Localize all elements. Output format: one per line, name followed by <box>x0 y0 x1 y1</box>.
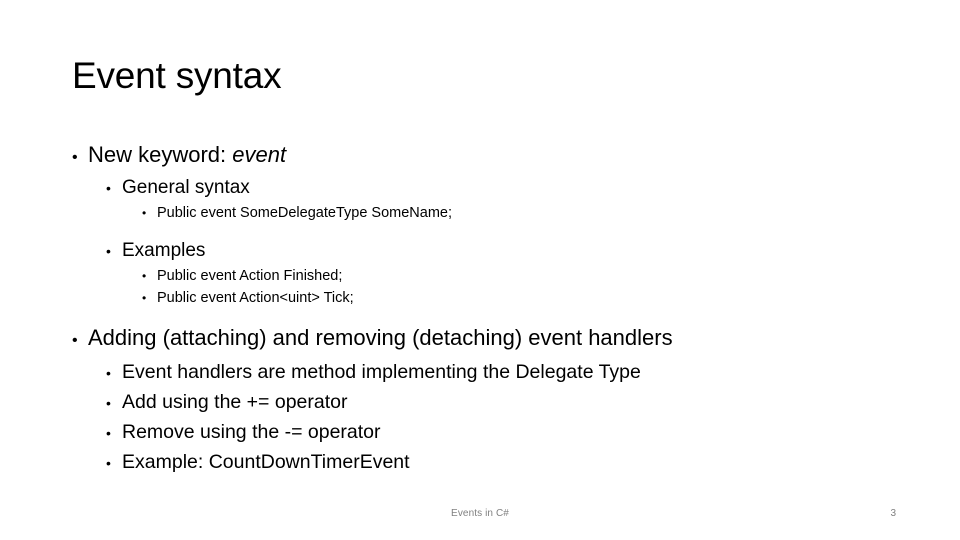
slide-footer: Events in C# 3 <box>0 506 960 528</box>
slide-title: Event syntax <box>72 55 282 96</box>
bullet-level2-general-syntax: • General syntax <box>106 175 888 201</box>
bullet-level2-text: Examples <box>122 240 206 261</box>
bullet-point-icon: • <box>106 180 111 196</box>
slide-body: • New keyword: event • General syntax • … <box>72 140 888 478</box>
bullet-level2-event-handlers-method: • Event handlers are method implementing… <box>106 358 888 387</box>
slide: Event syntax • New keyword: event • Gene… <box>0 0 960 540</box>
section-new-keyword: • New keyword: event • General syntax • … <box>72 140 888 309</box>
bullet-point-icon: • <box>106 243 111 259</box>
bullet-point-icon: • <box>142 291 147 305</box>
bullet-point-icon: • <box>142 206 147 220</box>
bullet-point-icon: • <box>106 425 111 441</box>
bullet-point-icon: • <box>106 455 111 471</box>
bullet-point-icon: • <box>72 149 78 166</box>
bullet-level2-remove-operator: • Remove using the -= operator <box>106 418 888 447</box>
bullet-point-icon: • <box>72 332 78 349</box>
bullet-level2-text: Remove using the -= operator <box>122 421 381 443</box>
bullet-point-icon: • <box>106 395 111 411</box>
bullet-level3-example-tick: • Public event Action<uint> Tick; <box>142 287 888 309</box>
footer-deck-title: Events in C# <box>451 508 509 519</box>
bullet-level2-example-countdown: • Example: CountDownTimerEvent <box>106 448 888 477</box>
bullet-level2-text: Add using the += operator <box>122 391 348 413</box>
bullet-level1-text: New keyword: event <box>88 140 286 170</box>
bullet-level2-text: General syntax <box>122 177 250 198</box>
bullet-level1-adding-removing: • Adding (attaching) and removing (detac… <box>72 323 888 356</box>
bullet-level3-text: Public event Action Finished; <box>157 268 343 284</box>
bullet-level3-example-finished: • Public event Action Finished; <box>142 265 888 287</box>
bullet-level2-add-operator: • Add using the += operator <box>106 388 888 417</box>
bullet-level3-text: Public event Action<uint> Tick; <box>157 290 354 306</box>
event-keyword-emphasis: event <box>232 142 287 167</box>
slide-number: 3 <box>890 508 896 519</box>
bullet-level3-text: Public event SomeDelegateType SomeName; <box>157 205 452 221</box>
bullet-level2-text: Example: CountDownTimerEvent <box>122 451 410 473</box>
bullet-level1-text: Adding (attaching) and removing (detachi… <box>88 325 673 350</box>
bullet-level3-general-syntax-code: • Public event SomeDelegateType SomeName… <box>142 202 888 224</box>
new-keyword-label: New keyword: <box>88 142 233 167</box>
bullet-point-icon: • <box>106 365 111 381</box>
bullet-level2-examples: • Examples <box>106 238 888 264</box>
bullet-point-icon: • <box>142 269 147 283</box>
bullet-level2-text: Event handlers are method implementing t… <box>122 361 641 383</box>
section-adding-removing-handlers: • Adding (attaching) and removing (detac… <box>72 323 888 477</box>
bullet-level1-new-keyword: • New keyword: event <box>72 140 888 173</box>
